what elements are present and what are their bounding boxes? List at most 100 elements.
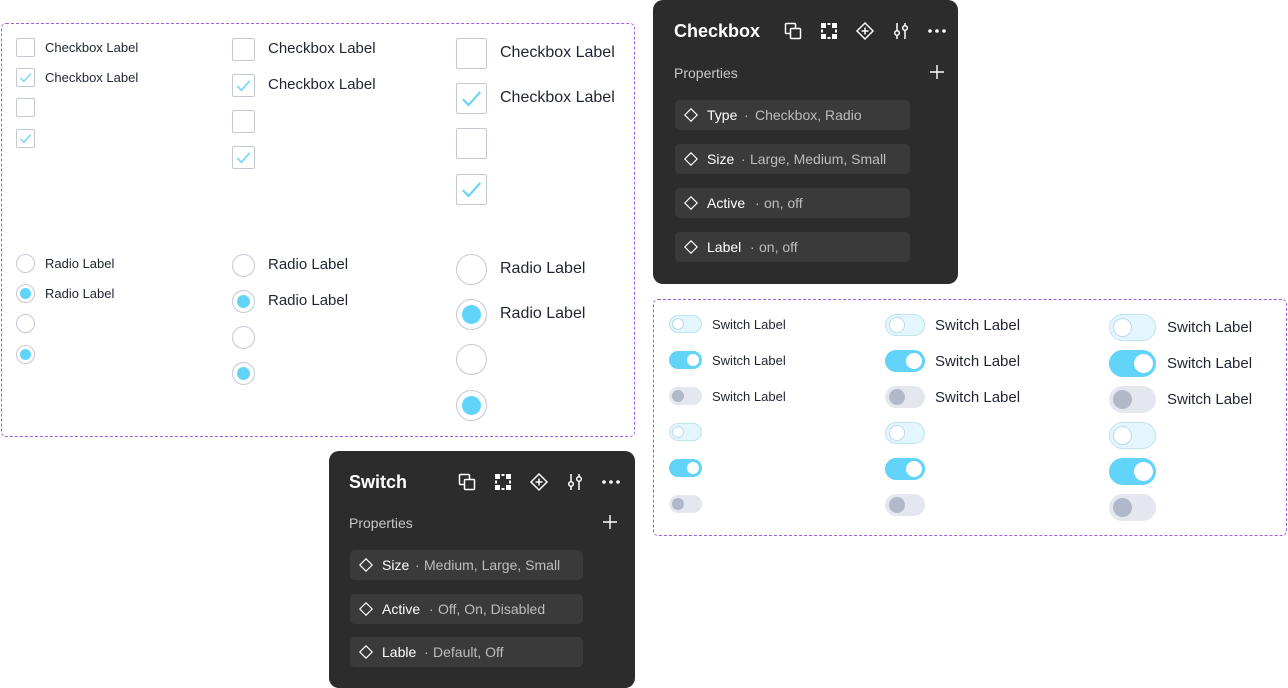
radio-medium-off-nolabel[interactable] [232, 326, 255, 349]
plus-icon[interactable] [929, 64, 945, 80]
checkbox-large-unchecked-nolabel[interactable] [456, 128, 487, 159]
check-icon [19, 134, 32, 144]
property-type[interactable]: Type · Checkbox, Radio [675, 100, 910, 130]
switch-small-off-nolabel[interactable] [669, 423, 702, 441]
switch-large-disabled[interactable] [1109, 386, 1156, 413]
switch-medium-on[interactable] [885, 350, 925, 372]
radio-small-off-nolabel[interactable] [16, 314, 35, 333]
switch-small-disabled-nolabel[interactable] [669, 495, 702, 513]
component-instance-icon[interactable] [457, 472, 477, 492]
property-name: Active [382, 601, 421, 617]
radio-large-off[interactable] [456, 254, 487, 285]
property-name: Active [707, 195, 746, 211]
switch-small-on-nolabel[interactable] [669, 459, 702, 477]
property-separator: · [741, 151, 746, 167]
checkbox-large-unchecked[interactable] [456, 38, 487, 69]
checkbox-large-checked[interactable] [456, 83, 487, 114]
checkbox-small-unchecked[interactable] [16, 38, 35, 57]
diamond-icon [684, 196, 698, 210]
properties-heading: Properties [349, 515, 413, 531]
property-values: Medium, Large, Small [424, 557, 561, 573]
checkbox-medium-checked[interactable] [232, 74, 255, 97]
switch-large-off-nolabel[interactable] [1109, 422, 1156, 449]
sliders-icon[interactable] [891, 21, 911, 41]
property-separator: · [415, 557, 420, 573]
check-icon [462, 182, 481, 198]
checkbox-medium-unchecked[interactable] [232, 38, 255, 61]
diamond-icon [359, 645, 373, 659]
switch-large-on-nolabel[interactable] [1109, 458, 1156, 485]
diamond-plus-icon[interactable] [529, 472, 549, 492]
property-name: Size [707, 151, 735, 167]
property-size[interactable]: Size · Medium, Large, Small [350, 550, 583, 580]
diamond-plus-icon[interactable] [855, 21, 875, 41]
checkbox-large-checked-nolabel[interactable] [456, 174, 487, 205]
switch-label: Switch Label [1167, 319, 1253, 336]
diamond-icon [684, 152, 698, 166]
radio-small-off[interactable] [16, 254, 35, 273]
properties-heading: Properties [674, 65, 738, 81]
diamond-icon [684, 240, 698, 254]
property-values: Default, Off [433, 644, 504, 660]
radio-label: Radio Label [268, 256, 349, 273]
component-instance-icon[interactable] [783, 21, 803, 41]
switch-medium-disabled[interactable] [885, 386, 925, 408]
radio-small-on[interactable] [16, 284, 35, 303]
property-values: Large, Medium, Small [750, 151, 887, 167]
switch-properties-panel: Switch Properties Size · Medium, Large, … [329, 451, 635, 688]
switch-large-off[interactable] [1109, 314, 1156, 341]
switch-large-on[interactable] [1109, 350, 1156, 377]
switch-medium-off-nolabel[interactable] [885, 422, 925, 444]
radio-large-off-nolabel[interactable] [456, 344, 487, 375]
checkbox-small-unchecked-nolabel[interactable] [16, 98, 35, 117]
sliders-icon[interactable] [565, 472, 585, 492]
switch-label: Switch Label [1167, 355, 1253, 372]
property-separator: · [750, 239, 755, 255]
switch-small-on[interactable] [669, 351, 702, 369]
radio-small-on-nolabel[interactable] [16, 345, 35, 364]
switch-large-disabled-nolabel[interactable] [1109, 494, 1156, 521]
checkbox-label: Checkbox Label [268, 40, 376, 57]
more-icon[interactable] [927, 21, 947, 41]
diamond-icon [684, 108, 698, 122]
property-separator: · [429, 601, 434, 617]
checkbox-medium-checked-nolabel[interactable] [232, 146, 255, 169]
property-values: on, off [764, 195, 803, 211]
property-name: Type [707, 107, 738, 123]
property-label[interactable]: Label · on, off [675, 232, 910, 262]
check-icon [19, 73, 32, 83]
checkbox-small-checked[interactable] [16, 68, 35, 87]
property-lable[interactable]: Lable · Default, Off [350, 637, 583, 667]
switch-medium-disabled-nolabel[interactable] [885, 494, 925, 516]
checkbox-medium-unchecked-nolabel[interactable] [232, 110, 255, 133]
radio-medium-on-nolabel[interactable] [232, 362, 255, 385]
diamond-icon [359, 558, 373, 572]
grid-dots-icon[interactable] [493, 472, 513, 492]
property-active[interactable]: Active · on, off [675, 188, 910, 218]
switch-medium-off[interactable] [885, 314, 925, 336]
radio-medium-on[interactable] [232, 290, 255, 313]
more-icon[interactable] [601, 472, 621, 492]
plus-icon[interactable] [602, 514, 618, 530]
radio-medium-off[interactable] [232, 254, 255, 277]
radio-large-on-nolabel[interactable] [456, 390, 487, 421]
switch-label: Switch Label [712, 353, 786, 368]
property-size[interactable]: Size · Large, Medium, Small [675, 144, 910, 174]
radio-label: Radio Label [45, 286, 115, 301]
property-name: Label [707, 239, 742, 255]
switch-label: Switch Label [935, 317, 1021, 334]
property-values: Off, On, Disabled [438, 601, 546, 617]
property-active[interactable]: Active · Off, On, Disabled [350, 594, 583, 624]
property-name: Size [382, 557, 410, 573]
radio-large-on[interactable] [456, 299, 487, 330]
checkbox-small-checked-nolabel[interactable] [16, 129, 35, 148]
grid-dots-icon[interactable] [819, 21, 839, 41]
property-values: on, off [759, 239, 798, 255]
property-separator: · [424, 644, 429, 660]
switch-small-off[interactable] [669, 315, 702, 333]
check-icon [236, 80, 251, 92]
checkbox-label: Checkbox Label [45, 70, 139, 85]
switch-small-disabled[interactable] [669, 387, 702, 405]
switch-medium-on-nolabel[interactable] [885, 458, 925, 480]
switch-label: Switch Label [712, 317, 786, 332]
